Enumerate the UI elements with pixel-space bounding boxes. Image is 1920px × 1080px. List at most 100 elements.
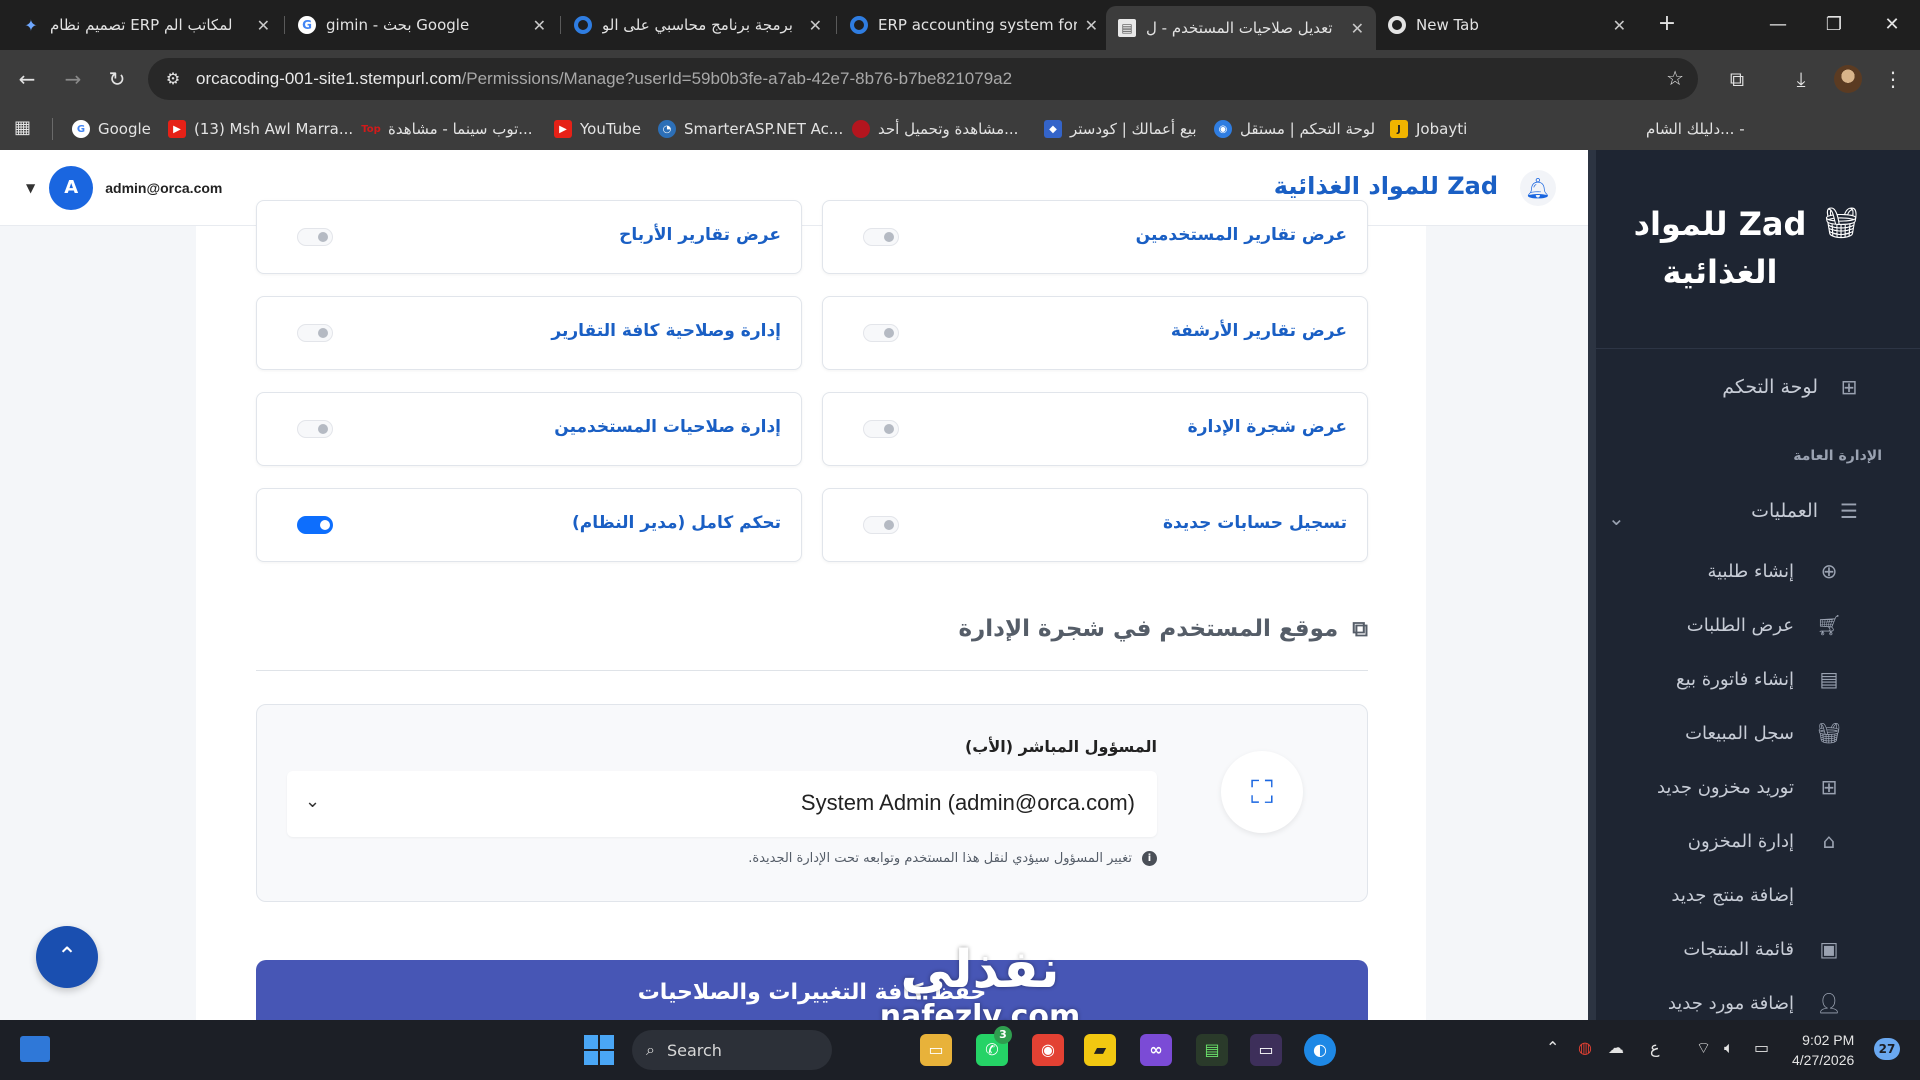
user-email: admin@orca.com — [105, 180, 223, 196]
browser-tab-active[interactable]: ▤ تعديل صلاحيات المستخدم - ل ✕ — [1106, 6, 1376, 50]
sidebar-item-create-order[interactable]: ⊕ إنشاء طلبية — [1707, 558, 1842, 584]
restore-icon[interactable]: ❐ — [1814, 10, 1854, 40]
bookmark-watch[interactable]: مشاهدة وتحميل أحد... — [852, 117, 1018, 141]
permission-toggle[interactable] — [297, 324, 333, 342]
extensions-icon[interactable]: ⧉ — [1722, 64, 1752, 94]
permission-toggle[interactable] — [863, 420, 899, 438]
parent-select[interactable]: System Admin (admin@orca.com) ⌄ — [287, 771, 1157, 837]
permission-toggle[interactable] — [863, 228, 899, 246]
permission-label: تحكم كامل (مدير النظام) — [572, 513, 781, 533]
file-explorer-icon[interactable]: ▭ — [920, 1034, 952, 1066]
header-brand[interactable]: Zad للمواد الغذائية — [1274, 172, 1498, 200]
bell-icon[interactable]: 🔔︎ — [1520, 170, 1556, 206]
start-icon[interactable] — [584, 1035, 614, 1065]
address-bar[interactable]: ⚙ orcacoding-001-site1.stempurl.com/Perm… — [148, 58, 1698, 100]
bookmark-mostaql[interactable]: ◉ لوحة التحكم | مستقل — [1214, 117, 1375, 141]
url-text[interactable]: orcacoding-001-site1.stempurl.com/Permis… — [196, 69, 1012, 89]
close-window-icon[interactable]: ✕ — [1872, 10, 1912, 40]
bookmark-daleel[interactable]: دليلك الشام... - — [1646, 117, 1745, 141]
menu-icon[interactable]: ⋮ — [1878, 64, 1908, 94]
browser-tab-4[interactable]: ERP accounting system for ✕ — [838, 8, 1110, 42]
chevron-up-icon[interactable]: ⌃ — [1546, 1038, 1559, 1057]
close-icon[interactable]: ✕ — [257, 16, 270, 35]
permission-toggle[interactable] — [297, 516, 333, 534]
visual-studio-icon[interactable]: ∞ — [1140, 1034, 1172, 1066]
sidebar-item-product-list[interactable]: ▣ قائمة المنتجات — [1683, 936, 1842, 962]
sidebar-scrollbar[interactable] — [1588, 150, 1596, 1020]
edge-icon[interactable]: ◐ — [1304, 1034, 1336, 1066]
sidebar-item-add-supplier[interactable]: 👤︎ إضافة مورد جديد — [1668, 990, 1842, 1016]
browser-tab-1[interactable]: ✦ تصميم نظام ERP لمكاتب الم ✕ — [10, 8, 282, 42]
close-icon[interactable]: ✕ — [533, 16, 546, 35]
back-to-top-button[interactable]: ⌃ — [36, 926, 98, 988]
chevron-down-icon[interactable]: ⌄ — [305, 791, 320, 812]
avatar[interactable]: A — [49, 166, 94, 210]
close-icon[interactable]: ✕ — [1351, 19, 1364, 38]
browser-tab-6[interactable]: New Tab ✕ — [1376, 8, 1638, 42]
sidebar-item-supply-stock[interactable]: ⊞ توريد مخزون جديد — [1657, 774, 1842, 800]
chevron-down-icon[interactable]: ⌄ — [1608, 506, 1625, 530]
bookmark-label: توب سينما - مشاهدة... — [388, 120, 533, 138]
wifi-icon[interactable]: ⌔ — [1696, 1038, 1711, 1058]
site-settings-icon[interactable]: ⚙ — [162, 68, 184, 90]
permission-profit-reports: عرض تقارير الأرباح — [256, 200, 802, 274]
taskbar-search[interactable]: ⌕ Search — [632, 1030, 832, 1070]
save-all-button[interactable]: حفظ كافة التغييرات والصلاحيات — [256, 960, 1368, 1020]
sidebar-item-label: إدارة المخزون — [1687, 830, 1794, 852]
permission-toggle[interactable] — [863, 324, 899, 342]
browser-tab-2[interactable]: G gimin - بحث Google ✕ — [286, 8, 558, 42]
sticky-notes-icon[interactable]: ▰ — [1084, 1034, 1116, 1066]
cloud-icon[interactable]: ☁ — [1608, 1038, 1624, 1057]
sidebar-item-create-invoice[interactable]: ▤ إنشاء فاتورة بيع — [1676, 666, 1842, 692]
terminal-icon[interactable]: ▤ — [1196, 1034, 1228, 1066]
bookmark-star-icon[interactable]: ☆ — [1666, 66, 1684, 90]
user-menu[interactable]: ▼ A admin@orca.com — [26, 166, 222, 210]
parent-select-value: System Admin (admin@orca.com) — [800, 790, 1135, 815]
download-icon[interactable]: ⤓ — [1786, 64, 1816, 94]
bookmark-smarterasp[interactable]: ◔ SmarterASP.NET Ac... — [658, 117, 843, 141]
widgets-icon[interactable] — [20, 1036, 50, 1062]
back-icon[interactable]: ← — [12, 64, 42, 94]
chrome-icon[interactable]: ◉ — [1032, 1034, 1064, 1066]
battery-icon[interactable]: ▭ — [1754, 1038, 1769, 1057]
sidebar-item-inventory[interactable]: ⌂ إدارة المخزون — [1688, 828, 1842, 854]
sidebar-item-sales-log[interactable]: 🧺︎ سجل المبيعات — [1685, 720, 1842, 746]
bookmark-jobayti[interactable]: J Jobayti — [1390, 117, 1467, 141]
browser-tab-3[interactable]: برمجة برنامج محاسبي على الو ✕ — [562, 8, 834, 42]
close-icon[interactable]: ✕ — [1613, 16, 1626, 35]
taskbar-clock[interactable]: 9:02 PM 4/27/2026 — [1792, 1030, 1854, 1070]
app-window-icon[interactable]: ▭ — [1250, 1034, 1282, 1066]
profile-avatar[interactable] — [1834, 65, 1862, 93]
forward-icon[interactable]: → — [58, 64, 88, 94]
permission-toggle[interactable] — [297, 420, 333, 438]
sidebar-item-add-product[interactable]: إضافة منتج جديد — [1671, 882, 1842, 908]
volume-icon[interactable]: 🔈︎ — [1724, 1038, 1734, 1058]
caret-down-icon[interactable]: ▼ — [26, 181, 35, 195]
watermark-sub: nafezly.com — [879, 999, 1081, 1021]
sidebar-item-operations[interactable]: ☰ العمليات — [1751, 498, 1862, 524]
browser-tab-strip: ✦ تصميم نظام ERP لمكاتب الم ✕ G gimin - … — [0, 0, 1920, 50]
close-icon[interactable]: ✕ — [809, 16, 822, 35]
permission-toggle[interactable] — [863, 516, 899, 534]
sidebar-item-label: توريد مخزون جديد — [1656, 776, 1794, 798]
bookmark-msh-awl[interactable]: ▶ (13) Msh Awl Marra... — [168, 117, 353, 141]
sidebar-item-view-orders[interactable]: 🛒︎ عرض الطلبات — [1687, 612, 1842, 638]
language-indicator[interactable]: ع — [1650, 1038, 1660, 1057]
security-icon[interactable]: ◍ — [1578, 1038, 1592, 1057]
reload-icon[interactable]: ↻ — [102, 64, 132, 94]
bookmark-top-cinema[interactable]: Top توب سينما - مشاهدة... — [361, 117, 533, 141]
permission-label: عرض تقارير الأرشفة — [1170, 321, 1347, 341]
bookmark-youtube[interactable]: ▶ YouTube — [554, 117, 641, 141]
sidebar-item-dashboard[interactable]: ⊞ لوحة التحكم — [1722, 374, 1862, 400]
minimize-icon[interactable]: — — [1758, 10, 1798, 40]
new-tab-button[interactable]: + — [1652, 10, 1682, 40]
bookmark-codester[interactable]: ◆ بيع أعمالك | كودستر — [1044, 117, 1197, 141]
browser-toolbar: ← → ↻ ⚙ orcacoding-001-site1.stempurl.co… — [0, 50, 1920, 108]
tab-title: New Tab — [1416, 16, 1479, 34]
apps-grid-icon[interactable]: ▦ — [14, 118, 34, 138]
notification-badge[interactable]: 27 — [1874, 1038, 1900, 1060]
close-icon[interactable]: ✕ — [1085, 16, 1098, 35]
permission-toggle[interactable] — [297, 228, 333, 246]
sidebar-brand[interactable]: Zad للمواد الغذائية — [1620, 200, 1820, 296]
bookmark-google[interactable]: G Google — [72, 117, 151, 141]
